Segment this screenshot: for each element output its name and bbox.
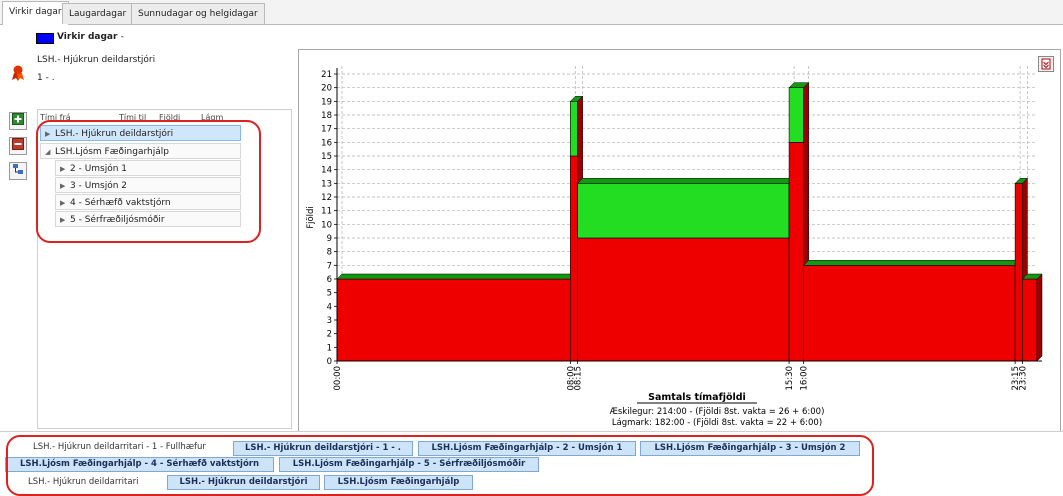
- add-button[interactable]: [9, 112, 27, 130]
- unit-subtitle: 1 - .: [37, 73, 55, 83]
- bar-min: [1014, 183, 1023, 362]
- y-tick-label: 11: [321, 207, 332, 217]
- bar-top-face: [803, 260, 1021, 266]
- bar-top-face: [577, 178, 795, 184]
- highlight-ring: [36, 120, 261, 243]
- x-tick-label: 15:30: [785, 366, 795, 391]
- minus-icon: [12, 138, 24, 150]
- y-tick-label: 7: [327, 261, 332, 271]
- bar-side-face: [1036, 273, 1043, 362]
- y-tick-label: 3: [327, 316, 332, 326]
- y-tick-label: 20: [321, 84, 332, 94]
- bar-top-face: [336, 273, 576, 280]
- plus-icon: [12, 113, 24, 125]
- unit-title: LSH.- Hjúkrun deildarstjóri: [37, 55, 156, 65]
- y-tick-label: 2: [327, 330, 332, 340]
- hierarchy-icon: [13, 164, 23, 174]
- x-tick-label: 16:00: [800, 366, 810, 391]
- y-tick-label: 21: [321, 70, 332, 80]
- bar-min: [788, 142, 804, 362]
- x-tick-label: 08:15: [574, 366, 584, 391]
- move-button[interactable]: [9, 162, 27, 180]
- bar-extra: [577, 183, 790, 239]
- tab-virkir-dagar[interactable]: Virkir dagar: [2, 1, 69, 25]
- y-tick-label: 12: [321, 193, 332, 203]
- y-tick-label: 9: [327, 234, 332, 244]
- tab-bar: Virkir dagar Laugardagar Sunnudagar og h…: [0, 0, 1063, 25]
- legend-label: Virkir dagar -: [57, 32, 124, 42]
- chart-panel: 0 1 2 3 4 5 6 7 8 9 10 11 12 13 14 15 16 17 18 19 20 21 00:00 0…: [298, 49, 1061, 434]
- summary-title: Samtals tímafjöldi: [648, 392, 746, 403]
- ribbon-icon: [9, 63, 27, 83]
- y-tick-label: 19: [321, 97, 332, 107]
- staffing-chart: 012345678910111213141516171819202100:00 0…: [306, 66, 1043, 428]
- tab-sunnudagar[interactable]: Sunnudagar og helgidagar: [131, 3, 265, 24]
- bar-min: [570, 155, 578, 362]
- y-tick-label: 4: [327, 302, 332, 312]
- assignment-bar: LSH.- Hjúkrun deildarritari - 1 - Fullhæ…: [0, 431, 1063, 496]
- bar-min: [803, 265, 1016, 362]
- y-tick-label: 0: [327, 357, 332, 367]
- bar-min: [336, 278, 571, 362]
- legend-color-swatch: [36, 33, 54, 44]
- summary-line: Lágmark: 182:00 - (Fjöldi 8st. vakta = 2…: [612, 418, 822, 428]
- y-tick-label: 5: [327, 289, 332, 299]
- bar-min: [577, 237, 790, 362]
- highlight-ring: [6, 435, 874, 496]
- y-tick-label: 15: [321, 152, 332, 162]
- y-tick-label: 17: [321, 125, 332, 135]
- y-tick-label: 1: [327, 343, 332, 353]
- remove-button[interactable]: [9, 137, 27, 155]
- y-tick-label: 10: [321, 220, 332, 230]
- bar-min: [1022, 278, 1038, 362]
- y-tick-label: 6: [327, 275, 332, 285]
- x-tick-label: 00:00: [333, 366, 343, 391]
- y-tick-label: 8: [327, 248, 332, 258]
- y-tick-label: 18: [321, 111, 332, 121]
- bar-extra: [788, 87, 804, 143]
- y-axis-label: Fjöldi: [306, 206, 316, 229]
- bar-extra: [570, 101, 578, 157]
- y-tick-label: 13: [321, 179, 332, 189]
- tab-laugardagar[interactable]: Laugardagar: [62, 3, 134, 24]
- y-tick-label: 14: [321, 166, 332, 176]
- x-tick-label: 23:30: [1018, 366, 1028, 391]
- summary-line: Æskilegur: 214:00 - (Fjöldi 8st. vakta =…: [610, 407, 825, 417]
- y-tick-label: 16: [321, 138, 332, 148]
